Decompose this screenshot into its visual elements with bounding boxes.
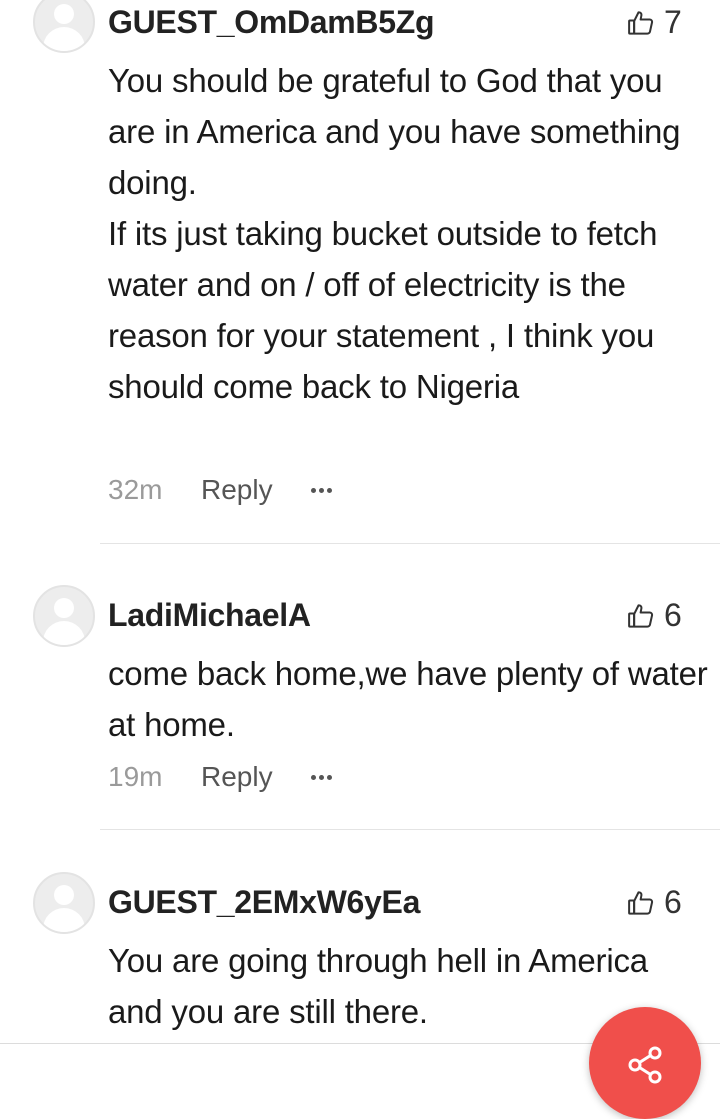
comment-meta: 32m Reply <box>108 474 332 506</box>
divider <box>100 543 720 544</box>
thumbs-up-icon <box>628 10 654 35</box>
avatar-shoulders <box>43 27 85 51</box>
avatar-shoulders <box>43 621 85 645</box>
like-button[interactable]: 6 <box>626 597 682 634</box>
comment-timestamp: 19m <box>108 761 163 792</box>
avatar-shoulders <box>43 908 85 932</box>
thumbs-up-icon <box>628 890 654 915</box>
share-button[interactable] <box>589 1007 701 1119</box>
avatar-head <box>54 598 74 618</box>
share-icon <box>628 1046 662 1084</box>
comment-username[interactable]: GUEST_2EMxW6yEa <box>108 884 420 921</box>
comment-paragraph: You should be grateful to God that you a… <box>108 62 681 201</box>
like-count: 6 <box>664 597 682 633</box>
ellipsis-icon[interactable] <box>311 482 332 499</box>
thumbs-up-icon <box>628 603 654 628</box>
comment-text: come back home,we have plenty of water a… <box>108 648 708 750</box>
comment-username[interactable]: LadiMichaelA <box>108 597 311 634</box>
comment-timestamp: 32m <box>108 474 163 505</box>
comment-meta: 19m Reply <box>108 761 332 793</box>
ellipsis-icon[interactable] <box>311 769 332 786</box>
divider <box>100 829 720 830</box>
like-button[interactable]: 6 <box>626 884 682 921</box>
avatar[interactable] <box>33 585 95 647</box>
comment-username[interactable]: GUEST_OmDamB5Zg <box>108 4 435 41</box>
comment-paragraph: come back home,we have plenty of water a… <box>108 655 708 743</box>
comment-paragraph: If its just taking bucket outside to fet… <box>108 215 658 405</box>
reply-button[interactable]: Reply <box>201 761 311 793</box>
avatar[interactable] <box>33 872 95 934</box>
avatar-head <box>54 4 74 24</box>
like-count: 6 <box>664 884 682 920</box>
comment-text: You should be grateful to God that you a… <box>108 55 708 412</box>
avatar[interactable] <box>33 0 95 53</box>
like-count: 7 <box>664 4 682 40</box>
reply-button[interactable]: Reply <box>201 474 311 506</box>
avatar-head <box>54 885 74 905</box>
like-button[interactable]: 7 <box>626 4 682 41</box>
